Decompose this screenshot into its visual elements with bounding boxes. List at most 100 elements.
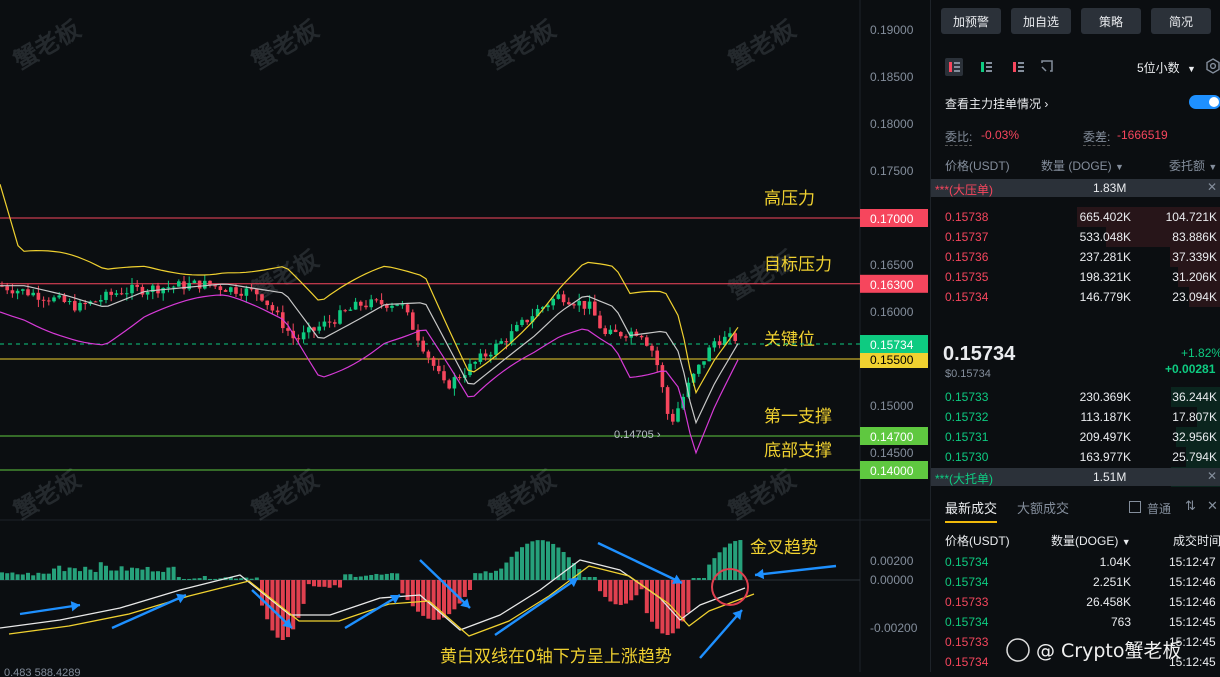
candle-body bbox=[411, 312, 415, 330]
candle-body bbox=[639, 335, 644, 338]
candle-body bbox=[62, 295, 67, 303]
candle-body bbox=[333, 322, 337, 324]
macd-histogram-bar bbox=[384, 573, 389, 580]
macd-histogram-bar bbox=[88, 569, 93, 580]
candle-body bbox=[239, 293, 243, 296]
trend-arrow bbox=[19, 603, 81, 616]
macd-histogram-bar bbox=[213, 578, 218, 580]
macd-annotation: 金叉趋势 bbox=[750, 538, 818, 558]
watermark: 蟹老板 bbox=[724, 464, 801, 525]
macd-histogram-bar bbox=[78, 571, 82, 580]
macd-histogram-bar bbox=[644, 580, 649, 614]
candle-body bbox=[717, 341, 722, 346]
level-price-text: 0.14700 bbox=[870, 430, 914, 444]
macd-histogram-bar bbox=[234, 578, 238, 580]
macd-histogram-bar bbox=[624, 580, 628, 604]
macd-histogram-bar bbox=[202, 576, 207, 580]
candle-body bbox=[255, 289, 259, 295]
macd-histogram-bar bbox=[275, 580, 280, 638]
candle-body bbox=[364, 305, 368, 308]
macd-histogram-bar bbox=[124, 570, 129, 580]
candle-body bbox=[343, 310, 347, 312]
macd-histogram-bar bbox=[312, 580, 316, 587]
watermark: 蟹老板 bbox=[9, 14, 86, 75]
candle-body bbox=[213, 285, 217, 287]
macd-histogram-bar bbox=[405, 580, 410, 601]
candle-body bbox=[577, 300, 581, 306]
macd-histogram-bar bbox=[426, 580, 431, 619]
watermark: 蟹老板 bbox=[9, 464, 86, 525]
macd-histogram-bar bbox=[182, 578, 186, 580]
trend-arrow bbox=[597, 541, 683, 585]
candle-body bbox=[229, 287, 233, 292]
level-price-text: 0.15500 bbox=[870, 353, 914, 367]
macd-histogram-bar bbox=[98, 562, 103, 580]
macd-histogram-bar bbox=[504, 562, 509, 580]
macd-histogram-bar bbox=[369, 574, 374, 580]
price-axis-label: 0.15000 bbox=[870, 399, 914, 413]
candle-body bbox=[36, 292, 41, 300]
macd-histogram-bar bbox=[462, 580, 467, 597]
candle-body bbox=[31, 292, 35, 296]
candle-body bbox=[520, 319, 524, 326]
kline-chart[interactable]: 0.19000 0.18500 0.18000 0.17500 0.17000 0.165… bbox=[0, 0, 1182, 677]
candle-body bbox=[671, 413, 675, 422]
price-axis-label: 0.16500 bbox=[870, 258, 914, 272]
macd-histogram-bar bbox=[379, 574, 384, 580]
candle-body bbox=[73, 301, 77, 311]
candle-body bbox=[270, 305, 275, 311]
macd-histogram-bar bbox=[374, 573, 379, 580]
candle-body bbox=[348, 309, 353, 311]
candle-body bbox=[494, 343, 498, 355]
watermark: 蟹老板 bbox=[484, 14, 561, 75]
macd-histogram-bar bbox=[436, 580, 441, 620]
macd-histogram-bar bbox=[546, 541, 550, 580]
upper-band-line bbox=[0, 184, 739, 395]
macd-histogram-bar bbox=[540, 540, 545, 580]
macd-histogram-bar bbox=[494, 570, 498, 580]
candle-body bbox=[431, 357, 436, 366]
candle-body bbox=[26, 289, 30, 296]
macd-histogram-bar bbox=[57, 565, 62, 580]
candle-body bbox=[5, 286, 9, 291]
macd-histogram-bar bbox=[10, 572, 15, 580]
trend-arrow bbox=[754, 564, 837, 577]
candle-body bbox=[733, 333, 737, 341]
candle-body bbox=[187, 283, 191, 290]
candle-body bbox=[374, 299, 379, 301]
candle-body bbox=[473, 361, 477, 364]
macd-histogram-bar bbox=[478, 573, 483, 580]
candle-body bbox=[395, 304, 399, 306]
level-label: 目标压力 bbox=[764, 255, 832, 275]
candle-body bbox=[598, 315, 602, 329]
candle-body bbox=[21, 289, 25, 291]
macd-histogram-bar bbox=[348, 574, 353, 580]
candle-body bbox=[166, 287, 171, 289]
macd-histogram-bar bbox=[722, 547, 727, 580]
chart-canvas[interactable]: 0.19000 0.18500 0.18000 0.17500 0.17000 0.165… bbox=[0, 0, 1220, 677]
candle-body bbox=[489, 354, 493, 357]
candle-body bbox=[624, 336, 628, 338]
macd-histogram-bar bbox=[291, 580, 296, 630]
macd-histogram-bar bbox=[332, 580, 337, 586]
candle-body bbox=[301, 332, 306, 340]
macd-histogram-bar bbox=[26, 572, 30, 580]
candle-body bbox=[67, 301, 72, 303]
macd-histogram-bar bbox=[655, 580, 660, 629]
candle-body bbox=[10, 290, 15, 294]
level-price-text: 0.16300 bbox=[870, 278, 914, 292]
candle-body bbox=[405, 304, 410, 313]
current-price-text: 0.15734 bbox=[870, 338, 914, 352]
price-axis-label: 0.14500 bbox=[870, 446, 914, 460]
macd-axis-label: 0.00000 bbox=[870, 573, 914, 587]
candle-body bbox=[379, 299, 384, 305]
macd-histogram-bar bbox=[72, 568, 77, 580]
price-axis-label: 0.18500 bbox=[870, 70, 914, 84]
macd-histogram-bar bbox=[317, 580, 322, 587]
macd-histogram-bar bbox=[390, 573, 394, 580]
macd-histogram-bar bbox=[717, 552, 722, 580]
macd-histogram-bar bbox=[46, 573, 51, 580]
macd-histogram-bar bbox=[83, 566, 88, 580]
candle-body bbox=[593, 301, 597, 316]
macd-histogram-bar bbox=[499, 568, 504, 580]
